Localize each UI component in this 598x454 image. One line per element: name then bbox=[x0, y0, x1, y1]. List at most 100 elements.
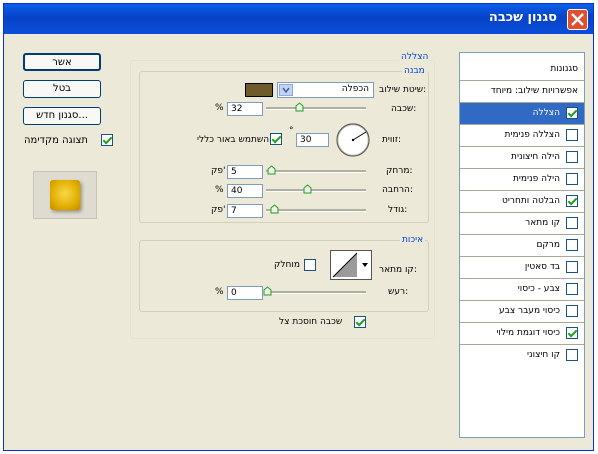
global-light-checkbox[interactable] bbox=[270, 133, 282, 145]
antialias-label: מוחלק bbox=[274, 260, 300, 270]
close-icon bbox=[571, 13, 584, 26]
knockout-checkbox[interactable] bbox=[354, 316, 366, 328]
spread-slider-thumb[interactable] bbox=[303, 184, 312, 194]
style-item[interactable]: קו חיצוני bbox=[460, 344, 584, 366]
blend-mode-select[interactable]: הכפלה bbox=[277, 82, 374, 98]
shadow-color-swatch[interactable] bbox=[245, 83, 273, 97]
style-item[interactable]: הצללה פנימית bbox=[460, 124, 584, 146]
opacity-unit: % bbox=[215, 103, 224, 113]
angle-dial[interactable] bbox=[335, 122, 371, 158]
preview-swatch bbox=[50, 180, 80, 210]
distance-unit: פק' bbox=[211, 166, 226, 176]
noise-label: רעש: bbox=[388, 287, 409, 297]
spread-slider-track[interactable] bbox=[266, 189, 366, 192]
size-label: גודל: bbox=[388, 205, 408, 215]
opacity-input[interactable]: 32 bbox=[227, 102, 263, 116]
distance-label: מרחק: bbox=[386, 166, 413, 176]
angle-input[interactable]: 30 bbox=[296, 133, 329, 147]
spread-unit: % bbox=[215, 185, 224, 195]
style-item-checkbox[interactable] bbox=[566, 217, 578, 229]
distance-input[interactable]: 5 bbox=[227, 165, 263, 179]
preview-label: תצוגה מקדימה bbox=[24, 135, 88, 146]
style-item[interactable]: כיסוי דוגמת מילוי bbox=[460, 322, 584, 344]
noise-slider-track[interactable] bbox=[266, 291, 366, 294]
window-title: סגנון שכבה bbox=[488, 10, 557, 25]
structure-label: מבנה bbox=[402, 66, 427, 76]
style-item-checkbox[interactable] bbox=[566, 327, 578, 339]
style-item-checkbox[interactable] bbox=[566, 261, 578, 273]
style-item-label: הצללה פנימית bbox=[504, 130, 560, 140]
spread-label: הרחבה: bbox=[382, 185, 413, 195]
noise-unit: % bbox=[215, 287, 224, 297]
style-item-checkbox[interactable] bbox=[566, 173, 578, 185]
style-item-label: צבע - כיסוי bbox=[517, 284, 560, 294]
style-item[interactable]: הילה פנימית bbox=[460, 168, 584, 190]
dropdown-button[interactable] bbox=[279, 84, 293, 96]
style-item-checkbox[interactable] bbox=[566, 305, 578, 317]
opacity-slider-track[interactable] bbox=[266, 107, 366, 110]
style-item-label: הילה פנימית bbox=[512, 174, 560, 184]
size-slider-track[interactable] bbox=[266, 209, 366, 212]
style-item[interactable]: קו מתאר bbox=[460, 212, 584, 234]
style-item[interactable]: הבלטה ותחריט bbox=[460, 190, 584, 212]
styles-header[interactable]: סגנונות bbox=[460, 59, 584, 81]
style-item[interactable]: בד סאטין bbox=[460, 256, 584, 278]
spread-input[interactable]: 40 bbox=[227, 184, 263, 198]
noise-slider-thumb[interactable] bbox=[263, 286, 272, 296]
quality-label: איכות bbox=[400, 235, 426, 245]
style-item-label: הילה חיצונית bbox=[511, 152, 560, 162]
style-item[interactable]: הילה חיצונית bbox=[460, 146, 584, 168]
style-item-checkbox[interactable] bbox=[566, 283, 578, 295]
noise-input[interactable]: 0 bbox=[227, 286, 263, 300]
style-item-checkbox[interactable] bbox=[566, 239, 578, 251]
blend-mode-value: הכפלה bbox=[341, 84, 369, 94]
angle-unit: ° bbox=[289, 126, 294, 136]
distance-slider-thumb[interactable] bbox=[267, 165, 276, 175]
title-bar[interactable]: סגנון שכבה bbox=[4, 4, 593, 34]
size-slider-thumb[interactable] bbox=[270, 204, 279, 214]
knockout-label: שכבה חוסכת צל bbox=[279, 317, 343, 327]
style-item-label: בד סאטין bbox=[524, 262, 560, 272]
opacity-slider-thumb[interactable] bbox=[295, 102, 304, 112]
contour-label: קו מתאר: bbox=[379, 265, 417, 275]
style-item-label: כיסוי דוגמת מילוי bbox=[496, 328, 560, 338]
preview-checkbox[interactable] bbox=[101, 134, 113, 146]
new-style-button[interactable]: סגנון חדש... bbox=[23, 107, 101, 125]
antialias-checkbox[interactable] bbox=[304, 259, 316, 271]
style-item-label: קו חיצוני bbox=[527, 350, 560, 360]
styles-list: סגנונות אפשרויות שילוב: מיוחד הצללה הצללה … bbox=[459, 52, 585, 438]
style-item-label: אפשרויות שילוב: מיוחד bbox=[490, 86, 578, 96]
layer-style-dialog: סגנון שכבה סגנונות אפשרויות שילוב: מיוחד… bbox=[3, 3, 594, 451]
style-item-label: הבלטה ותחריט bbox=[502, 196, 560, 206]
style-item[interactable]: אפשרויות שילוב: מיוחד bbox=[460, 80, 584, 102]
contour-linear-icon bbox=[332, 252, 368, 278]
distance-slider-track[interactable] bbox=[266, 170, 366, 173]
style-item[interactable]: מרקם bbox=[460, 234, 584, 256]
style-item-label: כיסוי מעבר צבע bbox=[498, 306, 560, 316]
style-item-checkbox[interactable] bbox=[566, 129, 578, 141]
cancel-button[interactable]: בטל bbox=[23, 80, 101, 98]
style-item[interactable]: הצללה bbox=[460, 102, 584, 124]
style-item[interactable]: צבע - כיסוי bbox=[460, 278, 584, 300]
style-item-label: מרקם bbox=[536, 240, 560, 250]
size-unit: פק' bbox=[211, 205, 226, 215]
chevron-down-icon bbox=[282, 87, 290, 94]
opacity-label: שכבה: bbox=[391, 104, 417, 114]
style-item-label: קו מתאר bbox=[525, 218, 560, 228]
style-item[interactable]: כיסוי מעבר צבע bbox=[460, 300, 584, 322]
contour-picker[interactable] bbox=[330, 250, 372, 280]
style-item-checkbox[interactable] bbox=[566, 107, 578, 119]
style-item-checkbox[interactable] bbox=[566, 349, 578, 361]
blend-mode-label: שיטת שילוב: bbox=[379, 85, 427, 95]
ok-button[interactable]: אשר bbox=[23, 53, 101, 71]
styles-header-label: סגנונות bbox=[550, 64, 578, 74]
angle-label: זווית: bbox=[382, 135, 401, 145]
preview-thumbnail bbox=[33, 171, 97, 219]
global-light-label: השתמש באור כללי bbox=[197, 135, 270, 145]
shadow-section-label: הצללה bbox=[399, 52, 431, 62]
close-button[interactable] bbox=[567, 9, 588, 30]
style-item-checkbox[interactable] bbox=[566, 151, 578, 163]
style-item-label: הצללה bbox=[532, 108, 560, 118]
style-item-checkbox[interactable] bbox=[566, 195, 578, 207]
size-input[interactable]: 7 bbox=[227, 204, 263, 218]
